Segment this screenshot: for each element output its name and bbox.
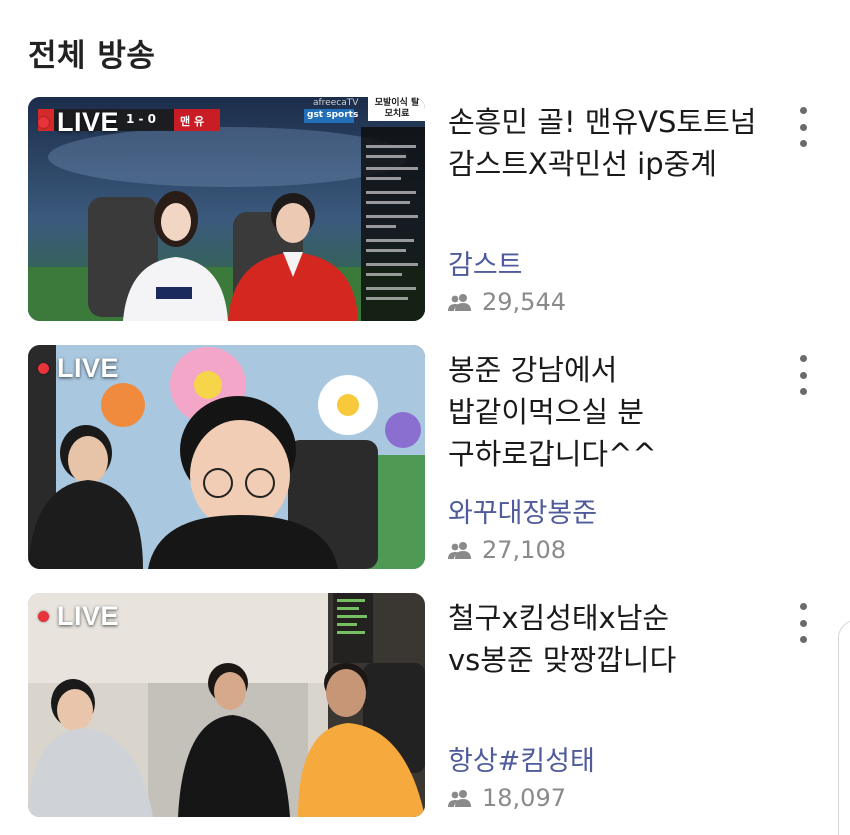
viewer-count: 27,108 [448,536,566,564]
broadcast-thumbnail[interactable]: LIVE [28,345,425,569]
live-dot-icon [38,611,49,622]
channel-name[interactable]: 와꾸대장봉준 [448,491,597,530]
viewer-count: 29,544 [448,288,566,316]
people-icon [448,790,471,807]
broadcast-card[interactable]: LIVE 봉준 강남에서 밥같이먹으실 분 구하로갑니다^^ 와꾸대장봉준 27… [0,345,850,571]
more-vertical-icon[interactable] [792,603,814,643]
channel-name[interactable]: 항상#킴성태 [448,739,595,778]
live-badge: LIVE [38,601,119,632]
people-icon [448,542,471,559]
sponsor-label: gst sports [307,110,359,120]
live-list-page: 전체 방송 1 - 0 맨 유 gst sports afreecaTV 모발이… [0,0,850,835]
broadcast-card[interactable]: LIVE 철구x킴성태x남순 vs봉준 맞짱깝니다 항상#킴성태 18,097 [0,593,850,819]
people-icon [448,294,471,311]
more-vertical-icon[interactable] [792,107,814,147]
section-title: 전체 방송 [28,38,156,74]
brand-label: afreecaTV [313,98,359,108]
live-label: LIVE [57,107,120,137]
live-label: LIVE [57,601,120,631]
broadcast-thumbnail[interactable]: 1 - 0 맨 유 gst sports afreecaTV 모발이식 탈모치료… [28,97,425,321]
live-badge: LIVE [38,353,119,384]
score-label: 1 - 0 [126,112,157,126]
more-vertical-icon[interactable] [792,355,814,395]
viewer-count-value: 18,097 [482,784,566,812]
team-label: 맨 유 [180,115,205,128]
broadcast-title[interactable]: 철구x킴성태x남순 vs봉준 맞짱깝니다 [448,597,758,681]
live-badge: LIVE [38,107,119,138]
live-dot-icon [38,363,49,374]
broadcast-card[interactable]: 1 - 0 맨 유 gst sports afreecaTV 모발이식 탈모치료… [0,97,850,323]
live-label: LIVE [57,353,120,383]
live-dot-icon [38,117,49,128]
broadcast-title[interactable]: 봉준 강남에서 밥같이먹으실 분 구하로갑니다^^ [448,349,758,475]
overlay-panel-edge [838,620,850,835]
broadcast-title[interactable]: 손흥민 골! 맨유VS토트넘 감스트X곽민선 ip중계 [448,101,758,185]
channel-name[interactable]: 감스트 [448,243,523,282]
viewer-count-value: 27,108 [482,536,566,564]
ad-banner: 모발이식 탈모치료 [374,98,420,119]
viewer-count-value: 29,544 [482,288,566,316]
broadcast-thumbnail[interactable]: LIVE [28,593,425,817]
viewer-count: 18,097 [448,784,566,812]
